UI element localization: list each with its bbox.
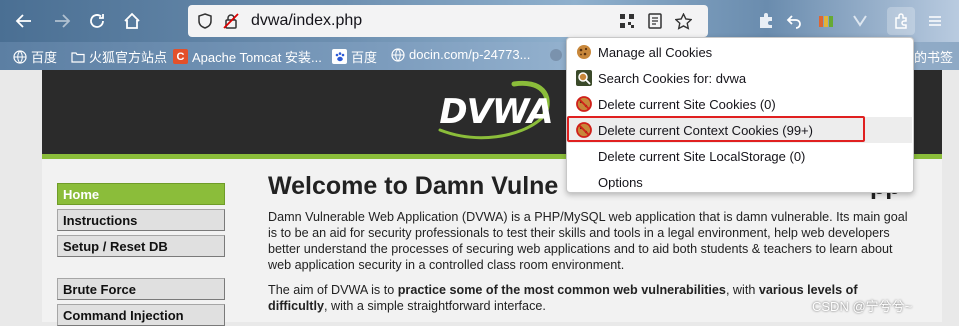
extensions-button[interactable]	[887, 7, 915, 35]
qr-code-icon[interactable]	[618, 12, 636, 30]
watermark: CSDN @宁兮兮~	[812, 299, 913, 314]
hamburger-icon	[929, 16, 941, 26]
app-menu-button[interactable]	[921, 7, 949, 35]
menu-item-label: Manage all Cookies	[598, 44, 713, 60]
extension-puzzle-icon[interactable]	[752, 7, 780, 35]
search-cookie-icon	[576, 70, 592, 86]
bookmark-globe-partial[interactable]	[548, 47, 563, 62]
aim-text: , with a simple straightforward interfac…	[323, 299, 546, 313]
reader-view-icon[interactable]	[646, 12, 664, 30]
bookmark-firefox-site[interactable]: 火狐官方站点	[70, 47, 167, 66]
bookmark-label: 的书签	[914, 50, 954, 65]
cookie-icon	[576, 44, 592, 60]
logo-text: DVWA	[439, 92, 553, 132]
menu-item-label: Search Cookies for: dvwa	[598, 70, 747, 86]
bookmark-label: docin.com/p-24773...	[409, 47, 531, 62]
menu-item-instructions[interactable]: Instructions	[57, 209, 225, 231]
shield-icon[interactable]	[196, 12, 214, 30]
home-button[interactable]	[118, 7, 146, 35]
menu-item-command-injection[interactable]: Command Injection	[57, 304, 225, 326]
menu-item-label: Options	[598, 174, 643, 190]
search-cookies-item[interactable]: Search Cookies for: dvwa	[568, 65, 912, 91]
globe-icon	[12, 49, 27, 64]
bookmark-baidu-2[interactable]: 百度	[332, 47, 377, 66]
delete-site-localstorage-item[interactable]: Delete current Site LocalStorage (0)	[568, 143, 912, 169]
menu-item-label: Delete current Site Cookies (0)	[598, 96, 776, 112]
back-button[interactable]	[10, 7, 38, 35]
intro-paragraph: Damn Vulnerable Web Application (DVWA) i…	[268, 210, 908, 272]
arrow-left-icon	[15, 14, 31, 28]
bookmark-baidu[interactable]: 百度	[12, 47, 57, 66]
page-title: Welcome to Damn Vulnepp	[268, 172, 901, 201]
globe-icon	[548, 47, 563, 62]
folder-icon	[70, 49, 85, 64]
insecure-lock-icon[interactable]	[222, 12, 240, 30]
menu-item-setup-reset-db[interactable]: Setup / Reset DB	[57, 235, 225, 257]
bookmark-label: 百度	[31, 50, 58, 65]
bookmark-docin[interactable]: docin.com/p-24773...	[390, 47, 530, 62]
dvwa-logo[interactable]: DVWA	[436, 78, 556, 144]
reload-button[interactable]	[83, 7, 111, 35]
arrow-right-icon	[55, 14, 71, 28]
bookmark-apache-tomcat[interactable]: C Apache Tomcat 安装...	[173, 47, 322, 66]
cookie-manager-extension-icon[interactable]	[846, 7, 874, 35]
forward-button[interactable]	[48, 7, 76, 35]
options-item[interactable]: Options	[568, 169, 912, 195]
browser-toolbar: dvwa/index.php	[0, 0, 959, 42]
home-icon	[124, 12, 140, 29]
aim-bold-text: practice some of the most common web vul…	[397, 283, 726, 297]
bookmark-label: Apache Tomcat 安装...	[192, 50, 322, 65]
url-text[interactable]: dvwa/index.php	[251, 12, 362, 30]
undo-arrow-icon[interactable]	[780, 7, 808, 35]
bookmark-label: 百度	[351, 50, 378, 65]
bookmark-other-bookmarks[interactable]: 的书签	[914, 47, 953, 66]
globe-icon	[390, 47, 405, 62]
bookmark-label: 火狐官方站点	[89, 50, 168, 65]
puzzle-icon	[895, 13, 907, 29]
reload-icon	[90, 14, 104, 28]
aim-text: The aim of DVWA is to	[268, 283, 398, 297]
star-icon[interactable]	[674, 12, 692, 30]
menu-item-brute-force[interactable]: Brute Force	[57, 278, 225, 300]
paw-icon	[332, 49, 347, 64]
aim-text: , with	[725, 283, 759, 297]
delete-cookie-icon	[576, 96, 592, 112]
delete-site-cookies-item[interactable]: Delete current Site Cookies (0)	[568, 91, 912, 117]
menu-item-label: Delete current Site LocalStorage (0)	[598, 148, 806, 164]
page-title-text: Welcome to Damn Vulne	[268, 172, 559, 200]
menu-item-home[interactable]: Home	[57, 183, 225, 205]
annotation-highlight-box	[567, 116, 865, 142]
manage-all-cookies-item[interactable]: Manage all Cookies	[568, 39, 912, 65]
colorful-extension-icon[interactable]	[812, 7, 840, 35]
c-logo-icon: C	[173, 49, 188, 64]
cookie-extension-popup: Manage all Cookies Search Cookies for: d…	[566, 37, 914, 193]
url-bar[interactable]: dvwa/index.php	[188, 5, 708, 37]
